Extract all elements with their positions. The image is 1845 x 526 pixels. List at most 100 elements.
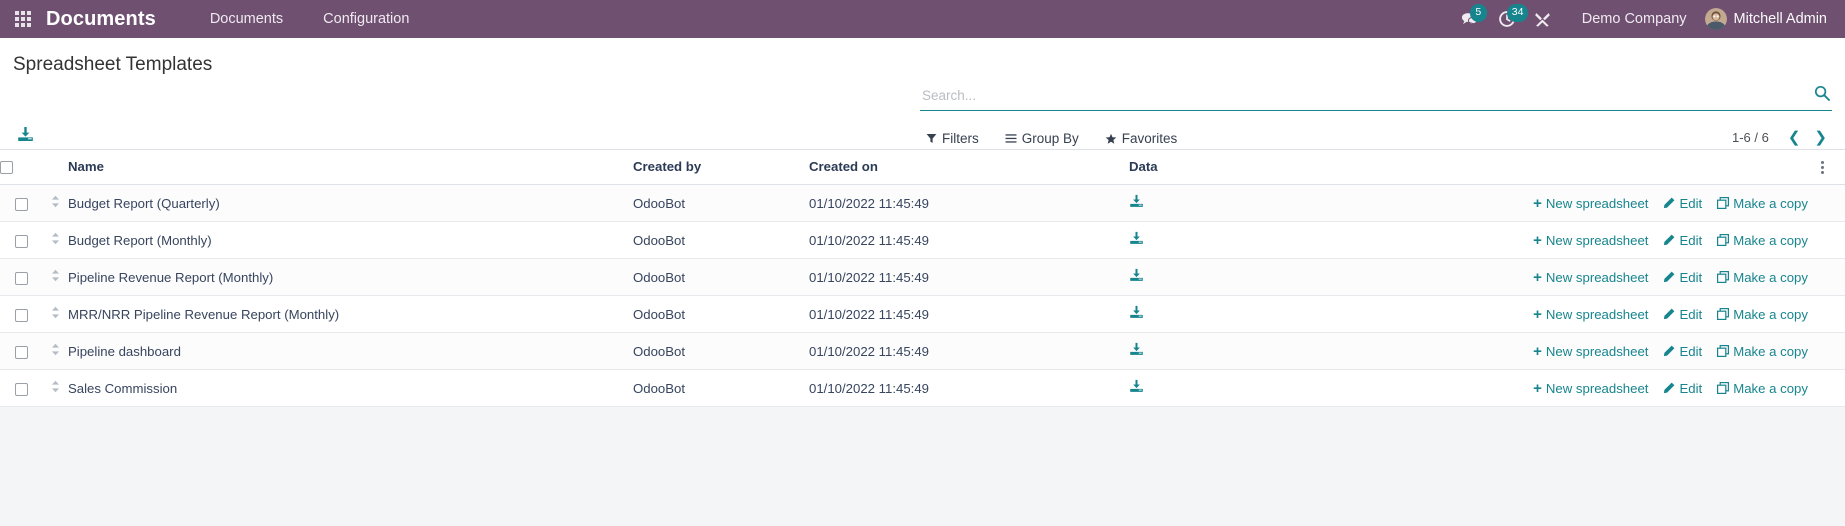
menu-configuration[interactable]: Configuration	[303, 0, 429, 38]
download-icon[interactable]	[1129, 379, 1144, 397]
drag-handle-icon[interactable]	[51, 195, 60, 211]
plus-icon: +	[1533, 194, 1542, 212]
new-spreadsheet-button[interactable]: + New spreadsheet	[1518, 196, 1648, 211]
developer-tools-menu[interactable]	[1525, 0, 1560, 38]
row-checkbox[interactable]	[14, 308, 28, 322]
menu-documents[interactable]: Documents	[190, 0, 303, 38]
favorites-dropdown[interactable]: Favorites	[1092, 131, 1191, 146]
cell-created-by: OdooBot	[633, 258, 809, 297]
make-a-copy-button[interactable]: Make a copy	[1702, 307, 1808, 322]
make-a-copy-label: Make a copy	[1733, 380, 1808, 396]
row-checkbox[interactable]	[14, 197, 28, 211]
table-row[interactable]: Pipeline Revenue Report (Monthly) OdooBo…	[0, 258, 1845, 297]
handle-header	[42, 150, 68, 186]
make-a-copy-label: Make a copy	[1733, 343, 1808, 359]
column-header-name[interactable]: Name	[68, 150, 633, 186]
activities-menu[interactable]: 34	[1489, 0, 1529, 38]
make-a-copy-label: Make a copy	[1733, 269, 1808, 285]
messages-counter-badge: 5	[1469, 4, 1487, 22]
cell-created-by: OdooBot	[633, 184, 809, 223]
pager-next-button[interactable]: ❯	[1809, 130, 1832, 145]
cell-name: Pipeline dashboard	[68, 332, 633, 371]
edit-button[interactable]: Edit	[1648, 307, 1702, 322]
make-a-copy-button[interactable]: Make a copy	[1702, 381, 1808, 396]
user-name-label: Mitchell Admin	[1733, 11, 1827, 27]
pager-range[interactable]: 1-6 / 6	[1732, 130, 1779, 145]
cell-optional	[1821, 295, 1845, 334]
download-icon[interactable]	[1129, 305, 1144, 323]
new-spreadsheet-button[interactable]: + New spreadsheet	[1518, 270, 1648, 285]
cell-created-on: 01/10/2022 11:45:49	[809, 258, 1129, 297]
table-row[interactable]: Pipeline dashboard OdooBot 01/10/2022 11…	[0, 332, 1845, 371]
row-checkbox[interactable]	[14, 382, 28, 396]
search-input[interactable]	[920, 87, 1814, 105]
user-menu[interactable]: Mitchell Admin	[1704, 8, 1831, 30]
table-row[interactable]: Budget Report (Monthly) OdooBot 01/10/20…	[0, 221, 1845, 260]
select-all-checkbox[interactable]	[0, 161, 13, 175]
drag-handle-icon[interactable]	[51, 380, 60, 396]
cell-data	[1129, 295, 1339, 334]
table-header-row: Name Created by Created on Data	[0, 150, 1845, 186]
drag-handle-icon[interactable]	[51, 232, 60, 248]
table-header: Name Created by Created on Data	[0, 150, 1845, 186]
magnifier-icon[interactable]	[1814, 85, 1832, 105]
filters-dropdown[interactable]: Filters	[926, 131, 992, 146]
cell-created-on: 01/10/2022 11:45:49	[809, 369, 1129, 408]
edit-button[interactable]: Edit	[1648, 233, 1702, 248]
apps-grid-icon[interactable]	[0, 0, 46, 38]
table-row[interactable]: Sales Commission OdooBot 01/10/2022 11:4…	[0, 369, 1845, 408]
edit-button[interactable]: Edit	[1648, 344, 1702, 359]
make-a-copy-button[interactable]: Make a copy	[1702, 196, 1808, 211]
table-row[interactable]: Budget Report (Quarterly) OdooBot 01/10/…	[0, 184, 1845, 223]
list-table-container: Name Created by Created on Data Budget R…	[0, 150, 1845, 408]
pencil-icon	[1664, 271, 1675, 283]
download-icon[interactable]	[1129, 194, 1144, 212]
edit-button[interactable]: Edit	[1648, 381, 1702, 396]
row-handle-cell	[42, 369, 68, 408]
row-checkbox[interactable]	[14, 234, 28, 248]
drag-handle-icon[interactable]	[51, 306, 60, 322]
pager-previous-button[interactable]: ❮	[1783, 130, 1806, 145]
download-icon[interactable]	[1129, 342, 1144, 360]
column-header-created-by[interactable]: Created by	[633, 150, 809, 186]
spreadsheet-templates-table: Name Created by Created on Data Budget R…	[0, 150, 1845, 408]
app-brand-title[interactable]: Documents	[46, 8, 190, 31]
new-spreadsheet-button[interactable]: + New spreadsheet	[1518, 381, 1648, 396]
make-a-copy-button[interactable]: Make a copy	[1702, 233, 1808, 248]
messages-menu[interactable]: 5	[1452, 0, 1489, 38]
row-select-cell	[0, 295, 42, 334]
edit-button[interactable]: Edit	[1648, 196, 1702, 211]
upload-download-icon	[18, 127, 33, 141]
table-body: Budget Report (Quarterly) OdooBot 01/10/…	[0, 184, 1845, 408]
download-icon[interactable]	[1129, 268, 1144, 286]
new-spreadsheet-label: New spreadsheet	[1545, 269, 1649, 285]
drag-handle-icon[interactable]	[51, 269, 60, 285]
plus-icon: +	[1533, 379, 1542, 397]
groupby-dropdown[interactable]: Group By	[992, 131, 1092, 146]
row-handle-cell	[42, 221, 68, 260]
cell-actions: + New spreadsheet Edit Make a copy	[1339, 221, 1821, 260]
make-a-copy-button[interactable]: Make a copy	[1702, 344, 1808, 359]
copy-icon	[1717, 271, 1730, 284]
vertical-dots-icon[interactable]	[1821, 161, 1824, 175]
download-icon[interactable]	[1129, 231, 1144, 249]
row-checkbox[interactable]	[14, 271, 28, 285]
pencil-icon	[1664, 197, 1675, 209]
new-spreadsheet-button[interactable]: + New spreadsheet	[1518, 233, 1648, 248]
pencil-icon	[1664, 345, 1675, 357]
company-switcher[interactable]: Demo Company	[1560, 11, 1705, 27]
table-row[interactable]: MRR/NRR Pipeline Revenue Report (Monthly…	[0, 295, 1845, 334]
copy-icon	[1717, 234, 1730, 247]
pencil-icon	[1664, 382, 1675, 394]
new-spreadsheet-button[interactable]: + New spreadsheet	[1518, 344, 1648, 359]
new-spreadsheet-button[interactable]: + New spreadsheet	[1518, 307, 1648, 322]
search-options-row: Filters Group By Favorites	[926, 131, 1190, 146]
row-handle-cell	[42, 332, 68, 371]
edit-button[interactable]: Edit	[1648, 270, 1702, 285]
drag-handle-icon[interactable]	[51, 343, 60, 359]
column-header-data[interactable]: Data	[1129, 150, 1339, 186]
column-header-created-on[interactable]: Created on	[809, 150, 1129, 186]
row-checkbox[interactable]	[14, 345, 28, 359]
upload-button[interactable]	[17, 126, 34, 148]
make-a-copy-button[interactable]: Make a copy	[1702, 270, 1808, 285]
